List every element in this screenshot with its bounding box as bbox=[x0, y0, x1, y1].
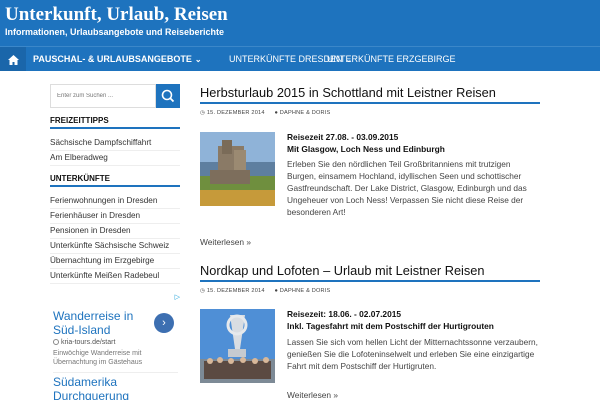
sidebar-link[interactable]: Übernachtung im Erzgebirge bbox=[50, 256, 180, 269]
post-title[interactable]: Nordkap und Lofoten – Urlaub mit Leistne… bbox=[200, 263, 540, 282]
post-excerpt: Lassen Sie sich vom hellen Licht der Mit… bbox=[287, 337, 538, 371]
post-title[interactable]: Herbsturlaub 2015 in Schottland mit Leis… bbox=[200, 85, 540, 104]
post-subtitle-2: Mit Glasgow, Loch Ness und Edinburgh bbox=[287, 144, 445, 154]
chevron-right-icon[interactable]: › bbox=[154, 313, 174, 333]
ad-url-text: kria-tours.de/start bbox=[60, 339, 116, 346]
widget-title-unterkuenfte: UNTERKÜNFTE bbox=[50, 174, 180, 187]
post-date[interactable]: 15. DEZEMBER 2014 bbox=[207, 110, 265, 116]
nav-home-button[interactable] bbox=[0, 47, 26, 71]
post-thumbnail-nordkap[interactable] bbox=[200, 309, 275, 383]
site-description: Informationen, Urlaubsangebote und Reise… bbox=[5, 27, 225, 37]
search-input[interactable] bbox=[50, 84, 156, 108]
nav-item-unterkuenfte-erzgebirge[interactable]: UNTERKÜNFTE ERZGEBIRGE bbox=[327, 47, 456, 71]
post-author[interactable]: DAPHNE & DORIS bbox=[280, 110, 331, 116]
clock-icon: ◷ bbox=[200, 110, 206, 116]
ad-url: kria-tours.de/start bbox=[53, 339, 115, 346]
search-icon bbox=[161, 89, 175, 103]
ad-title[interactable]: Wanderreise in Süd-Island bbox=[53, 309, 151, 337]
sidebar-link[interactable]: Unterkünfte Meißen Radebeul bbox=[50, 271, 180, 284]
sidebar-link[interactable]: Ferienwohnungen in Dresden bbox=[50, 196, 180, 209]
user-icon: ● bbox=[274, 110, 279, 116]
sidebar-link[interactable]: Ferienhäuser in Dresden bbox=[50, 211, 180, 224]
main-navigation: PAUSCHAL- & URLAUBSANGEBOTE ⌄ UNTERKÜNFTE… bbox=[0, 46, 600, 71]
nav-item-label: PAUSCHAL- & URLAUBSANGEBOTE bbox=[33, 54, 192, 64]
sidebar-link[interactable]: Am Elberadweg bbox=[50, 153, 180, 166]
adchoices-icon[interactable]: ▷ bbox=[175, 293, 180, 301]
nav-item-label: UNTERKÜNFTE ERZGEBIRGE bbox=[327, 54, 456, 64]
nav-item-label: UNTERKÜNFTE DRESDEN bbox=[229, 54, 343, 64]
ad-text: Einwöchige Wanderreise mit Übernachtung … bbox=[53, 350, 143, 366]
globe-icon bbox=[53, 339, 59, 346]
sidebar-link[interactable]: Pensionen in Dresden bbox=[50, 226, 180, 239]
post-author[interactable]: DAPHNE & DORIS bbox=[280, 288, 331, 294]
chevron-down-icon: ⌄ bbox=[194, 55, 202, 64]
nordkap-image bbox=[200, 309, 275, 383]
read-more-link[interactable]: Weiterlesen » bbox=[287, 390, 338, 400]
post-subtitle-2: Inkl. Tagesfahrt mit dem Postschiff der … bbox=[287, 321, 494, 331]
post-meta: ◷ 15. DEZEMBER 2014 ● DAPHNE & DORIS bbox=[200, 288, 330, 294]
post-subtitle-1: Reisezeit 27.08. - 03.09.2015 bbox=[287, 132, 399, 142]
read-more-link[interactable]: Weiterlesen » bbox=[200, 237, 251, 247]
search-button[interactable] bbox=[156, 84, 180, 108]
post-meta: ◷ 15. DEZEMBER 2014 ● DAPHNE & DORIS bbox=[200, 110, 330, 116]
nav-item-pauschalangebote[interactable]: PAUSCHAL- & URLAUBSANGEBOTE ⌄ bbox=[33, 47, 202, 71]
post-subtitle-1: Reisezeit: 18.06. - 02.07.2015 bbox=[287, 309, 402, 319]
castle-image bbox=[200, 132, 275, 206]
post-thumbnail-castle[interactable] bbox=[200, 132, 275, 206]
sidebar-link[interactable]: Unterkünfte Sächsische Schweiz bbox=[50, 241, 180, 254]
ad-title-2[interactable]: Südamerika Durchquerung bbox=[53, 372, 178, 400]
sidebar-ad[interactable]: ▷ Wanderreise in Süd-Island › kria-tours… bbox=[50, 293, 180, 400]
site-header: Unterkunft, Urlaub, Reisen Informationen… bbox=[0, 0, 600, 46]
home-icon bbox=[7, 54, 19, 65]
widget-title-freizeittipps: FREIZEITTIPPS bbox=[50, 116, 180, 129]
site-title[interactable]: Unterkunft, Urlaub, Reisen bbox=[5, 4, 228, 26]
user-icon: ● bbox=[274, 288, 279, 294]
clock-icon: ◷ bbox=[200, 288, 206, 294]
sidebar-link[interactable]: Sächsische Dampfschiffahrt bbox=[50, 138, 180, 151]
post-date[interactable]: 15. DEZEMBER 2014 bbox=[207, 288, 265, 294]
post-excerpt: Erleben Sie den nördlichen Teil Großbrit… bbox=[287, 159, 527, 217]
